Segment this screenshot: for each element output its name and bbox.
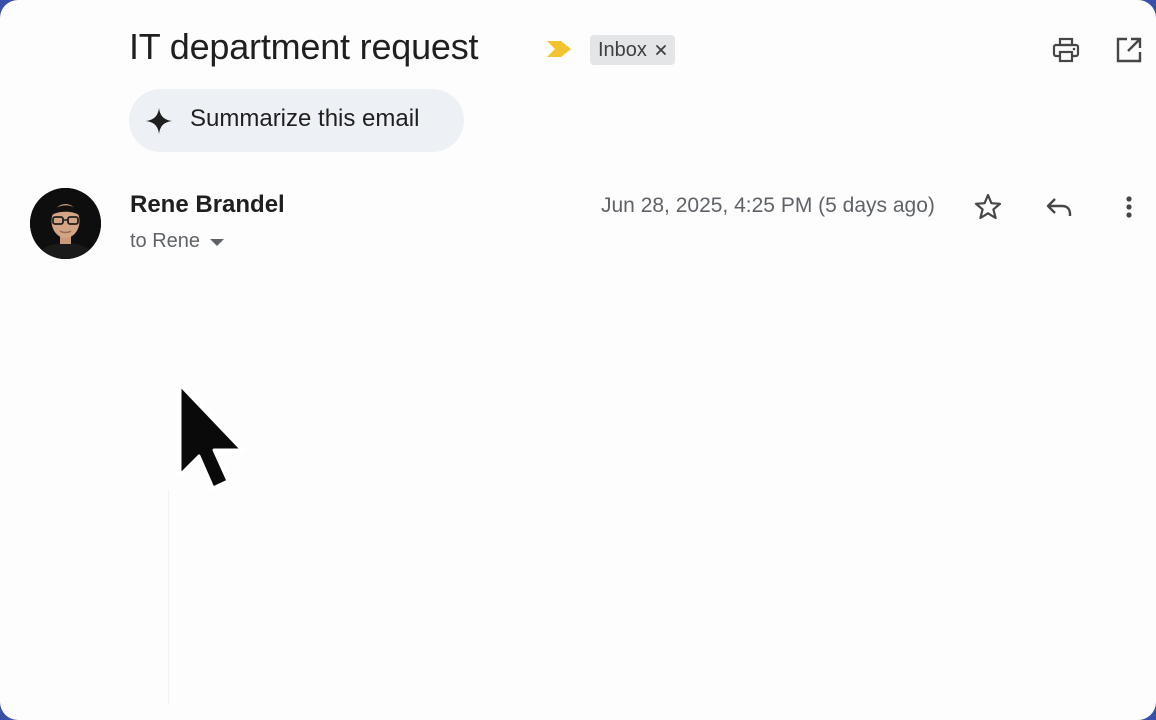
- reply-icon: [1046, 198, 1072, 216]
- mouse-pointer-icon: [176, 381, 246, 492]
- more-vertical-icon: [1126, 196, 1132, 218]
- reply-button[interactable]: [1042, 190, 1076, 224]
- email-view: IT department request Inbox Summarize th…: [0, 0, 1156, 720]
- print-button[interactable]: [1050, 34, 1082, 66]
- divider: [168, 490, 169, 705]
- email-subject: IT department request: [129, 26, 479, 67]
- star-button[interactable]: [971, 190, 1005, 224]
- close-icon[interactable]: [655, 44, 667, 56]
- importance-marker-icon[interactable]: [546, 38, 572, 60]
- label-chip-inbox: Inbox: [590, 35, 675, 65]
- email-date: Jun 28, 2025, 4:25 PM (5 days ago): [601, 194, 935, 217]
- sender-name: Rene Brandel: [130, 191, 285, 218]
- recipient-details-toggle[interactable]: to Rene: [130, 230, 225, 253]
- open-in-new-window-icon: [1116, 37, 1142, 63]
- open-in-new-window-button[interactable]: [1113, 34, 1145, 66]
- sender-photo: [30, 188, 101, 259]
- label-chip-text: Inbox: [598, 38, 647, 61]
- print-icon: [1052, 37, 1080, 63]
- summarize-email-button[interactable]: Summarize this email: [129, 89, 464, 152]
- sparkle-icon: [146, 108, 172, 134]
- avatar[interactable]: [30, 188, 101, 259]
- caret-down-icon: [210, 239, 225, 246]
- summarize-email-label: Summarize this email: [190, 105, 420, 132]
- recipient-label: to Rene: [130, 230, 201, 252]
- more-options-button[interactable]: [1112, 190, 1146, 224]
- star-icon: [974, 193, 1002, 220]
